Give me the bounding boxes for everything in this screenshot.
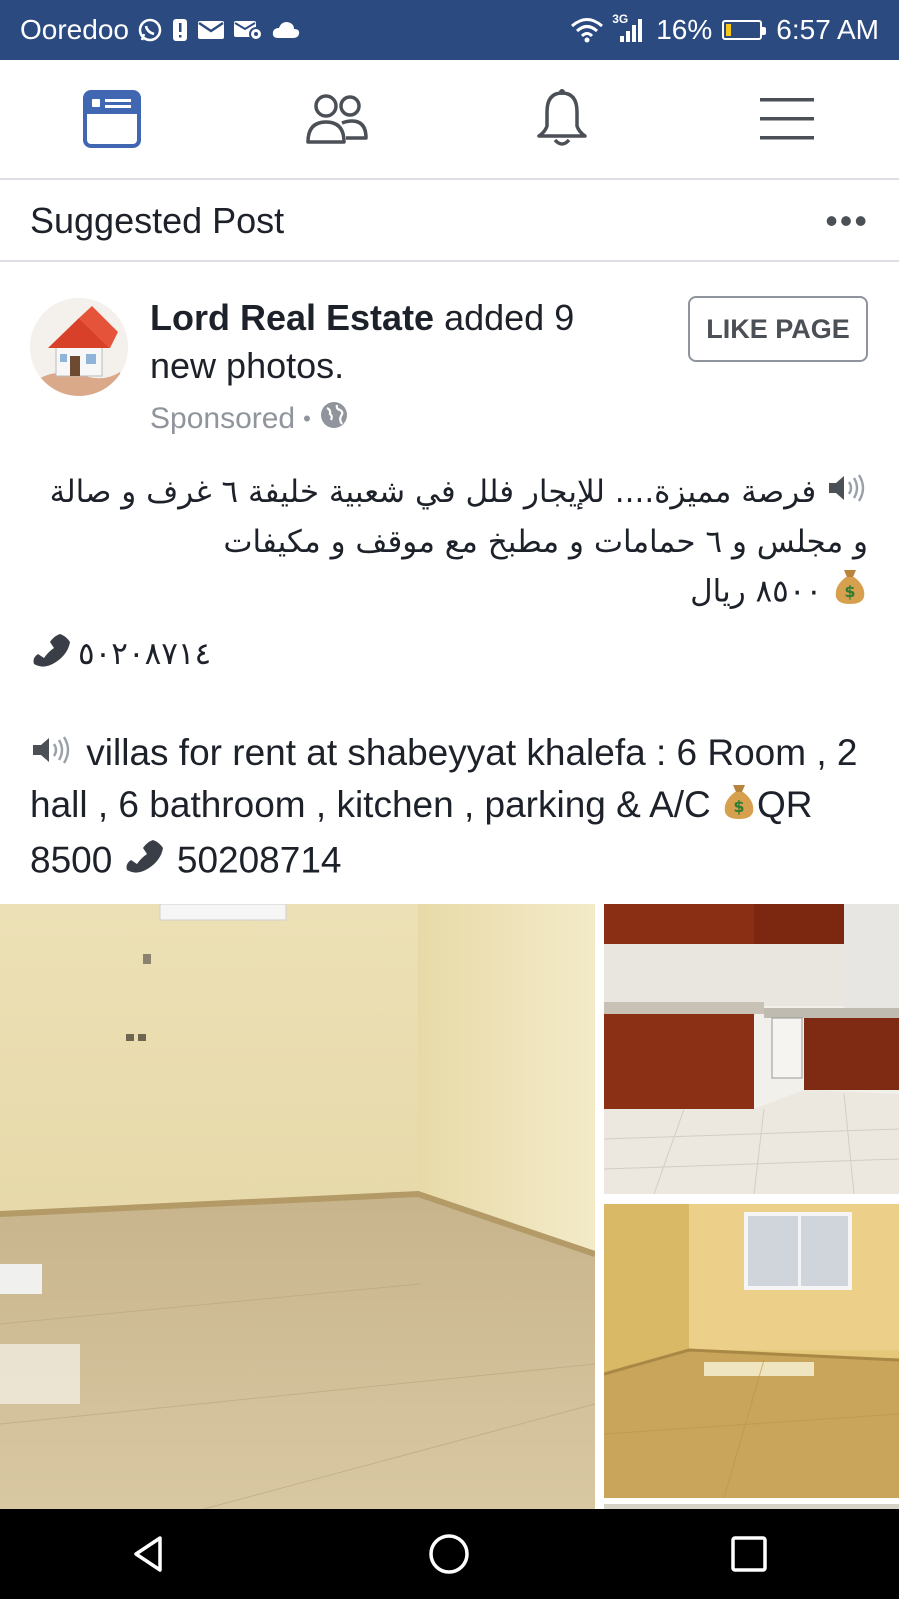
home-icon[interactable] [409, 1514, 489, 1594]
arabic-description: فرصة مميزة.... للإيجار فلل في شعبية خليف… [49, 474, 868, 560]
speaker-icon [826, 470, 868, 518]
suggested-post-header: Suggested Post ••• [0, 182, 899, 262]
mail-icon [197, 19, 225, 41]
svg-text:$: $ [733, 797, 744, 816]
top-nav [0, 60, 899, 180]
system-nav-bar [0, 1509, 899, 1599]
status-bar: Ooredoo 3G 16% 6:57 AM [0, 0, 899, 60]
cloud-icon [271, 20, 301, 40]
phone-icon [30, 628, 74, 680]
money-bag-icon: $ [721, 781, 757, 834]
alert-icon [171, 17, 189, 43]
english-phone-number[interactable]: 50208714 [177, 839, 342, 880]
post-header: Lord Real Estate added 9 new photos. Spo… [0, 282, 899, 442]
battery-fill [726, 24, 732, 36]
signal-icon: 3G [612, 12, 646, 44]
notifications-icon[interactable] [502, 74, 622, 164]
post-author-line: Lord Real Estate added 9 new photos. [150, 294, 650, 390]
sponsored-label[interactable]: Sponsored [150, 402, 295, 436]
money-bag-icon: $ [832, 566, 868, 620]
menu-icon[interactable] [727, 74, 847, 164]
post-text-english: villas for rent at shabeyyat khalefa : 6… [30, 728, 875, 891]
battery-icon [722, 20, 767, 40]
speaker-icon [30, 730, 76, 780]
phone-icon [123, 834, 167, 891]
friends-icon[interactable] [277, 74, 397, 164]
photo-empty-room[interactable] [0, 904, 595, 1510]
arabic-phone-number[interactable]: ٥٠٢٠٨٧١٤ [78, 636, 211, 672]
svg-text:$: $ [844, 582, 855, 601]
suggested-post-title: Suggested Post [30, 200, 285, 241]
back-icon[interactable] [110, 1514, 190, 1594]
whatsapp-icon [137, 17, 163, 43]
photo-kitchen[interactable] [604, 904, 899, 1194]
mail-settings-icon [233, 19, 263, 41]
more-options-button[interactable]: ••• [825, 200, 869, 242]
photo-grid [0, 904, 899, 1514]
carrier-label: Ooredoo [20, 14, 129, 45]
page-name[interactable]: Lord Real Estate [150, 297, 434, 338]
sponsored-line: Sponsored • [150, 400, 349, 438]
wifi-icon [570, 16, 604, 44]
globe-icon [319, 400, 349, 438]
photo-room-window[interactable] [604, 1204, 899, 1498]
like-page-button[interactable]: LIKE PAGE [688, 296, 868, 362]
arabic-phone-line: ٥٠٢٠٨٧١٤ [30, 628, 211, 680]
separator-dot: • [303, 406, 311, 431]
arabic-price: ٨٥٠٠ ريال [690, 573, 823, 609]
clock: 6:57 AM [776, 14, 879, 45]
battery-percent: 16% [656, 14, 713, 45]
news-feed-icon[interactable] [52, 74, 172, 164]
post-text-arabic: فرصة مميزة.... للإيجار فلل في شعبية خليف… [30, 468, 868, 620]
recents-icon[interactable] [709, 1514, 789, 1594]
page-avatar[interactable] [30, 298, 128, 396]
network-label: 3G [612, 12, 629, 26]
